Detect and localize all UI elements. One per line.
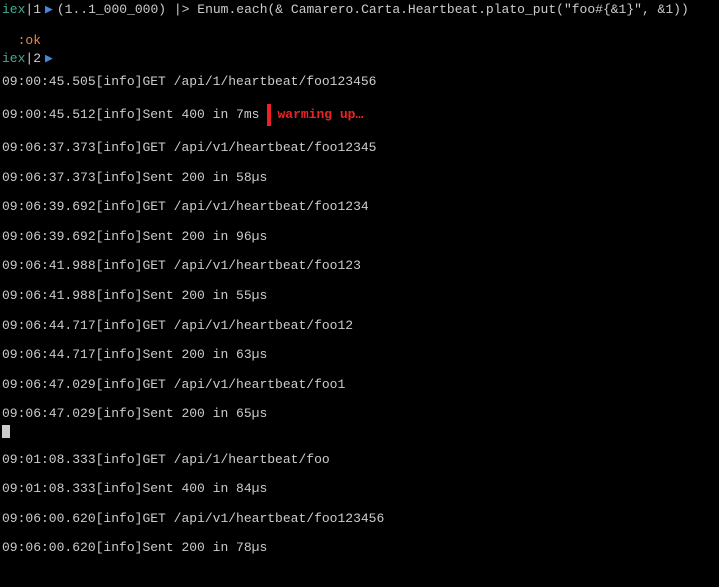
log-level: [info] bbox=[96, 377, 143, 393]
log-message: GET /api/v1/heartbeat/foo123 bbox=[142, 258, 360, 274]
log-message: GET /api/1/heartbeat/foo123456 bbox=[142, 74, 376, 90]
log-level: [info] bbox=[96, 258, 143, 274]
log-timestamp: 09:06:00.620 bbox=[2, 511, 96, 527]
log-level: [info] bbox=[96, 481, 143, 497]
log-line: 09:06:41.988 [info] Sent 200 in 55µs bbox=[2, 288, 717, 304]
log-timestamp: 09:06:39.692 bbox=[2, 199, 96, 215]
log-timestamp: 09:06:37.373 bbox=[2, 170, 96, 186]
iex-sep: | bbox=[25, 51, 33, 67]
log-timestamp: 09:06:47.029 bbox=[2, 406, 96, 422]
log-message: GET /api/v1/heartbeat/foo1 bbox=[142, 377, 345, 393]
log-message: Sent 200 in 78µs bbox=[142, 540, 267, 556]
log-level: [info] bbox=[96, 74, 143, 90]
log-timestamp: 09:01:08.333 bbox=[2, 481, 96, 497]
log-timestamp: 09:06:41.988 bbox=[2, 288, 96, 304]
log-line: 09:00:45.505 [info] GET /api/1/heartbeat… bbox=[2, 74, 717, 90]
log-timestamp: 09:06:47.029 bbox=[2, 377, 96, 393]
log-line: 09:00:45.512 [info] Sent 400 in 7ms warmi… bbox=[2, 104, 717, 126]
log-message: Sent 200 in 63µs bbox=[142, 347, 267, 363]
annotation-text: warming up… bbox=[277, 107, 363, 123]
log-message: Sent 200 in 65µs bbox=[142, 406, 267, 422]
log-line: 09:06:47.029 [info] GET /api/v1/heartbea… bbox=[2, 377, 717, 393]
log-message: GET /api/v1/heartbeat/foo12 bbox=[142, 318, 353, 334]
log-level: [info] bbox=[96, 288, 143, 304]
command-text: (1..1_000_000) |> Enum.each(& Camarero.C… bbox=[57, 2, 689, 18]
log-timestamp: 09:06:44.717 bbox=[2, 318, 96, 334]
log-timestamp: 09:06:39.692 bbox=[2, 229, 96, 245]
cursor-icon bbox=[2, 425, 10, 438]
log-level: [info] bbox=[96, 406, 143, 422]
log-message: Sent 200 in 55µs bbox=[142, 288, 267, 304]
iex-prompt-2[interactable]: iex|2 ▶ bbox=[2, 51, 717, 67]
log-level: [info] bbox=[96, 229, 143, 245]
ok-atom: :ok bbox=[18, 33, 41, 48]
log-timestamp: 09:06:44.717 bbox=[2, 347, 96, 363]
log-line: 09:06:47.029 [info] Sent 200 in 65µs bbox=[2, 406, 717, 422]
prompt-arrow-icon: ▶ bbox=[45, 51, 53, 67]
log-line: 09:01:08.333 [info] Sent 400 in 84µs bbox=[2, 481, 717, 497]
cursor-line bbox=[2, 422, 717, 438]
iex-num: 1 bbox=[33, 2, 41, 18]
log-level: [info] bbox=[96, 347, 143, 363]
log-line: 09:06:39.692 [info] Sent 200 in 96µs bbox=[2, 229, 717, 245]
log-line: 09:06:41.988 [info] GET /api/v1/heartbea… bbox=[2, 258, 717, 274]
log-line: 09:06:37.373 [info] GET /api/v1/heartbea… bbox=[2, 140, 717, 156]
log-timestamp: 09:01:08.333 bbox=[2, 452, 96, 468]
log-line: 09:06:44.717 [info] GET /api/v1/heartbea… bbox=[2, 318, 717, 334]
log-line: 09:06:39.692 [info] GET /api/v1/heartbea… bbox=[2, 199, 717, 215]
prompt-arrow-icon: ▶ bbox=[45, 2, 53, 18]
log-level: [info] bbox=[96, 107, 143, 123]
log-timestamp: 09:06:00.620 bbox=[2, 540, 96, 556]
log-level: [info] bbox=[96, 540, 143, 556]
log-timestamp: 09:06:41.988 bbox=[2, 258, 96, 274]
log-level: [info] bbox=[96, 452, 143, 468]
log-message: GET /api/v1/heartbeat/foo12345 bbox=[142, 140, 376, 156]
log-message: Sent 400 in 84µs bbox=[142, 481, 267, 497]
log-line: 09:06:00.620 [info] GET /api/v1/heartbea… bbox=[2, 511, 717, 527]
log-timestamp: 09:00:45.505 bbox=[2, 74, 96, 90]
log-line: 09:01:08.333 [info] GET /api/1/heartbeat… bbox=[2, 452, 717, 468]
log-level: [info] bbox=[96, 140, 143, 156]
log-level: [info] bbox=[96, 199, 143, 215]
log-line: 09:06:37.373 [info] Sent 200 in 58µs bbox=[2, 170, 717, 186]
log-message: GET /api/v1/heartbeat/foo1234 bbox=[142, 199, 368, 215]
iex-num: 2 bbox=[33, 51, 41, 67]
log-timestamp: 09:06:37.373 bbox=[2, 140, 96, 156]
log-level: [info] bbox=[96, 511, 143, 527]
iex-label: iex bbox=[2, 51, 25, 67]
log-line: 09:06:44.717 [info] Sent 200 in 63µs bbox=[2, 347, 717, 363]
log-message: GET /api/v1/heartbeat/foo123456 bbox=[142, 511, 384, 527]
log-timestamp: 09:00:45.512 bbox=[2, 107, 96, 123]
result-line: :ok bbox=[2, 18, 717, 49]
log-message: Sent 200 in 58µs bbox=[142, 170, 267, 186]
log-level: [info] bbox=[96, 170, 143, 186]
log-level: [info] bbox=[96, 318, 143, 334]
annotation: warming up… bbox=[267, 104, 363, 126]
iex-label: iex bbox=[2, 2, 25, 18]
log-line: 09:06:00.620 [info] Sent 200 in 78µs bbox=[2, 540, 717, 556]
iex-sep: | bbox=[25, 2, 33, 18]
log-message: Sent 200 in 96µs bbox=[142, 229, 267, 245]
log-message: GET /api/1/heartbeat/foo bbox=[142, 452, 329, 468]
iex-prompt-1[interactable]: iex|1 ▶ (1..1_000_000) |> Enum.each(& Ca… bbox=[2, 2, 717, 18]
log-message: Sent 400 in 7ms bbox=[142, 107, 259, 123]
annotation-bar-icon bbox=[267, 104, 271, 126]
